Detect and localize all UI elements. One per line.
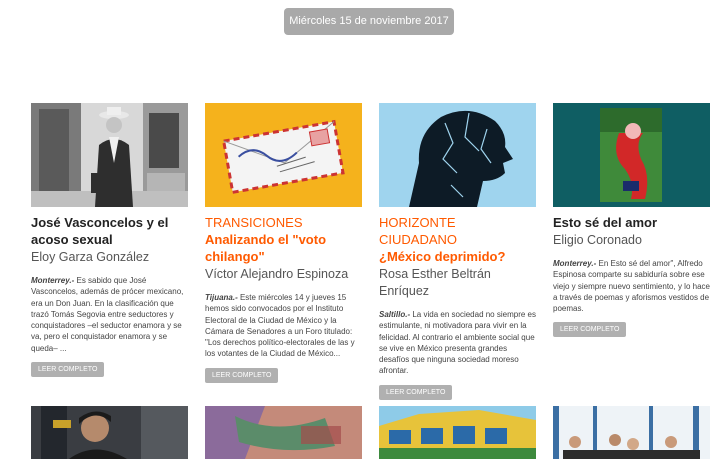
article-image[interactable] xyxy=(31,103,188,207)
article-author: Rosa Esther Beltrán Enríquez xyxy=(379,267,491,298)
article-location: Monterrey.- xyxy=(553,259,597,268)
article-location: Monterrey.- xyxy=(31,276,75,285)
read-more-button[interactable]: LEER COMPLETO xyxy=(379,384,453,400)
column-name: TRANSICIONES xyxy=(205,215,303,230)
article-image[interactable] xyxy=(553,406,710,459)
article-card: TRANSICIONES Analizando el "voto chilang… xyxy=(205,103,362,383)
article-location: Tijuana.- xyxy=(205,293,238,302)
article-excerpt: Tijuana.- Este miércoles 14 y jueves 15 … xyxy=(205,292,362,360)
read-more-button[interactable]: LEER COMPLETO xyxy=(31,362,105,378)
article-text: Es sabido que José Vasconcelos, además d… xyxy=(31,276,184,353)
article-title[interactable]: José Vasconcelos y el acoso sexual xyxy=(31,214,188,248)
article-excerpt: Saltillo.- La vida en sociedad no siempr… xyxy=(379,309,536,377)
article-title[interactable]: ¿México deprimido? xyxy=(379,248,536,265)
article-author: Eligio Coronado xyxy=(553,233,642,247)
article-author: Eloy Garza González xyxy=(31,250,150,264)
article-card: José Vasconcelos y el acoso sexual Eloy … xyxy=(31,103,188,378)
article-title[interactable]: Analizando el "voto chilango" xyxy=(205,231,362,265)
article-text: La vida en sociedad no siempre es estimu… xyxy=(379,310,536,376)
article-image[interactable] xyxy=(379,406,536,459)
column-name: HORIZONTE CIUDADANO xyxy=(379,215,458,247)
article-card: Esto sé del amor Eligio Coronado Monterr… xyxy=(553,103,710,338)
article-image[interactable] xyxy=(31,406,188,459)
article-image[interactable] xyxy=(379,103,536,207)
article-text: Este miércoles 14 y jueves 15 hemos sido… xyxy=(205,293,355,359)
article-excerpt: Monterrey.- En Esto sé del amor", Alfred… xyxy=(553,258,710,314)
date-banner: Miércoles 15 de noviembre 2017 xyxy=(284,8,454,35)
article-title[interactable]: Esto sé del amor xyxy=(553,214,710,231)
article-author: Víctor Alejandro Espinoza xyxy=(205,267,349,281)
article-excerpt: Monterrey.- Es sabido que José Vasconcel… xyxy=(31,275,188,354)
read-more-button[interactable]: LEER COMPLETO xyxy=(553,322,627,338)
article-image[interactable] xyxy=(205,103,362,207)
article-image[interactable] xyxy=(553,103,710,207)
article-location: Saltillo.- xyxy=(379,310,411,319)
article-card: HORIZONTE CIUDADANO ¿México deprimido? R… xyxy=(379,103,536,400)
article-image[interactable] xyxy=(205,406,362,459)
read-more-button[interactable]: LEER COMPLETO xyxy=(205,367,279,383)
